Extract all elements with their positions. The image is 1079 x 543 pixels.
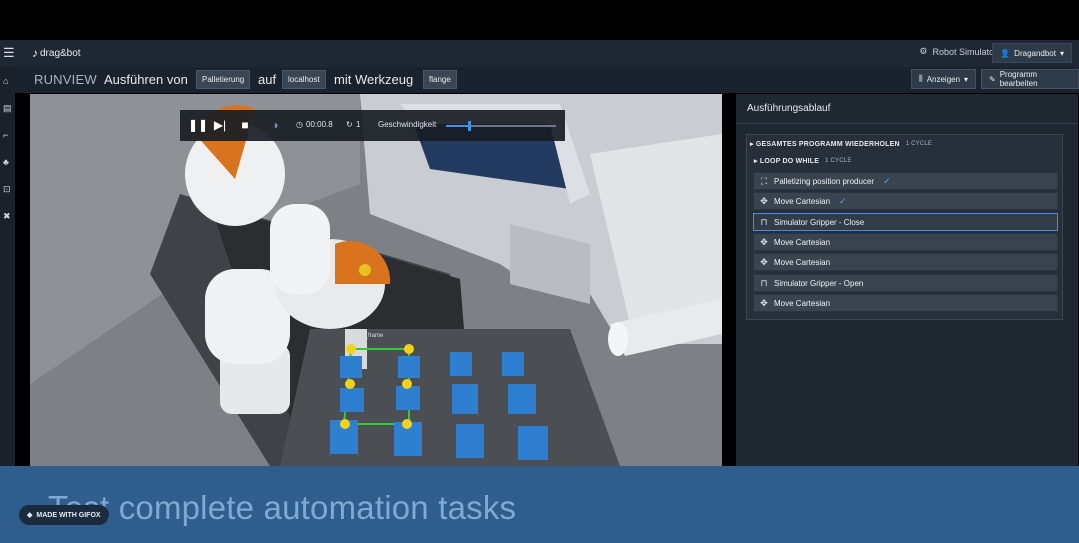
speed-label: Geschwindigkeit	[378, 120, 437, 129]
on-label: auf	[258, 72, 277, 87]
step-label: Move Cartesian	[774, 298, 831, 308]
edit-label: Programm bearbeiten	[999, 70, 1038, 88]
tool-frame-label: tool_frame	[355, 333, 384, 339]
loop-cycles: 1 CYCLE	[825, 158, 852, 164]
logo-icon: ♪	[32, 46, 38, 60]
edit-program-button[interactable]: ✎ Programm bearbeiten	[981, 69, 1079, 89]
caption-text: Test complete automation tasks	[48, 489, 517, 526]
repeat-cycles: 1 CYCLE	[905, 141, 933, 147]
loop-group-header[interactable]: ▸ LOOP DO WHILE 1 CYCLE	[754, 153, 852, 169]
gripper-icon: ⊓	[760, 216, 768, 227]
host-pill[interactable]: localhost	[282, 70, 326, 89]
app-logo[interactable]: ♪ drag&bot	[32, 46, 81, 60]
check-icon: ✓	[839, 195, 847, 206]
panel-title: Ausführungsablauf	[747, 103, 831, 114]
check-icon: ✓	[883, 175, 891, 186]
tool-pill[interactable]: flange	[423, 70, 457, 89]
home-icon[interactable]: ⌂	[3, 76, 13, 86]
program-tree: ▸ GESAMTES PROGRAMM WIEDERHOLEN 1 CYCLE …	[746, 134, 1063, 320]
step-move-cartesian[interactable]: ✥ Move Cartesian	[753, 294, 1058, 312]
step-move-cartesian[interactable]: ✥ Move Cartesian ✓	[753, 192, 1058, 210]
pencil-icon: ✎	[989, 74, 996, 84]
step-move-cartesian[interactable]: ✥ Move Cartesian	[753, 233, 1058, 251]
app-frame: ☰ ♪ drag&bot ⚙ Robot Simulator 👤 Dragand…	[0, 0, 1079, 543]
chevron-down-icon: ▾	[964, 74, 969, 84]
runview-label: RUNVIEW	[34, 72, 97, 87]
user-menu-button[interactable]: 👤 Dragandbot ▾	[992, 43, 1072, 63]
step-forward-icon[interactable]: ▶|	[213, 118, 227, 132]
panel-divider	[736, 123, 1078, 124]
top-bar: ☰ ♪ drag&bot ⚙ Robot Simulator 👤 Dragand…	[0, 40, 1079, 67]
stop-icon[interactable]: ■	[238, 118, 252, 132]
breadcrumb: RUNVIEW Ausführen von Palletierung auf l…	[15, 67, 1079, 93]
robot-simulator-label: Robot Simulator	[932, 46, 997, 57]
gripper-icon: ⊓	[760, 277, 768, 288]
pallet-icon: ⛶	[760, 175, 768, 186]
screenshot-icon[interactable]: ◑	[268, 118, 282, 132]
elapsed-time: 00:00.8	[306, 120, 333, 129]
step-move-cartesian[interactable]: ✥ Move Cartesian	[753, 253, 1058, 271]
move-icon: ✥	[760, 297, 768, 308]
pause-icon[interactable]: ❚❚	[188, 118, 208, 132]
fox-icon: ◆	[27, 512, 33, 519]
view-dropdown-button[interactable]: ⫼ Anzeigen ▾	[911, 69, 977, 89]
repeat-group-header[interactable]: ▸ GESAMTES PROGRAMM WIEDERHOLEN 1 CYCLE	[750, 136, 932, 152]
step-palletizing[interactable]: ⛶ Palletizing position producer ✓	[753, 172, 1058, 190]
step-label: Simulator Gripper - Open	[774, 278, 864, 288]
move-icon: ✥	[760, 256, 768, 267]
robot-arm-icon[interactable]: ⌐	[3, 130, 13, 140]
view-label: Anzeigen	[926, 74, 961, 84]
speed-slider-handle[interactable]	[468, 121, 471, 131]
users-icon[interactable]: ♣	[3, 157, 13, 167]
scene-graphic: tool_frame	[30, 94, 722, 466]
step-label: Move Cartesian	[774, 237, 831, 247]
robot-simulator-indicator[interactable]: ⚙ Robot Simulator	[919, 46, 997, 57]
program-pill[interactable]: Palletierung	[196, 70, 251, 89]
user-name: Dragandbot	[1014, 48, 1056, 58]
step-gripper-close[interactable]: ⊓ Simulator Gripper - Close	[753, 213, 1058, 231]
loop-icon: ↻	[346, 120, 353, 129]
step-label: Palletizing position producer	[774, 176, 875, 186]
sidebar: ⌂ ▤ ⌐ ♣ ⊡ ✖	[0, 67, 15, 467]
playback-bar: ❚❚ ▶| ■ ◑ ◷ 00:00.8 ↻ 1 Geschwindigkeit	[180, 110, 565, 141]
clock-icon: ◷	[296, 120, 303, 129]
speed-slider[interactable]	[446, 121, 556, 131]
robot-arm-icon: ⚙	[919, 46, 928, 56]
simulation-viewport[interactable]: tool_frame ❚❚ ▶| ■ ◑ ◷ 00:00.8 ↻ 1 Gesch…	[30, 94, 722, 466]
execution-panel: Ausführungsablauf ▸ GESAMTES PROGRAMM WI…	[736, 94, 1078, 466]
step-label: Move Cartesian	[774, 257, 831, 267]
filter-icon: ⫼	[919, 74, 923, 83]
toolbox-icon[interactable]: ⊡	[3, 184, 13, 194]
loop-count: 1	[356, 120, 361, 129]
step-label: Simulator Gripper - Close	[774, 217, 865, 227]
tools-icon[interactable]: ✖	[3, 211, 13, 221]
move-icon: ✥	[760, 236, 768, 247]
speed-slider-fill	[446, 125, 468, 127]
logo-text: drag&bot	[40, 47, 81, 59]
user-icon: 👤	[1000, 48, 1011, 58]
tool-label: mit Werkzeug	[334, 72, 414, 87]
gifox-badge-label: MADE WITH GIFOX	[36, 511, 101, 519]
chevron-down-icon: ▾	[1059, 48, 1064, 58]
step-gripper-open[interactable]: ⊓ Simulator Gripper - Open	[753, 274, 1058, 292]
loop-group-label: LOOP DO WHILE	[759, 157, 820, 165]
repeat-group-label: GESAMTES PROGRAMM WIEDERHOLEN	[755, 140, 900, 148]
document-icon[interactable]: ▤	[3, 103, 13, 113]
step-label: Move Cartesian	[774, 196, 831, 206]
move-icon: ✥	[760, 195, 768, 206]
run-label: Ausführen von	[104, 72, 188, 87]
gifox-badge: ◆ MADE WITH GIFOX	[19, 505, 109, 525]
menu-icon[interactable]: ☰	[3, 46, 15, 59]
